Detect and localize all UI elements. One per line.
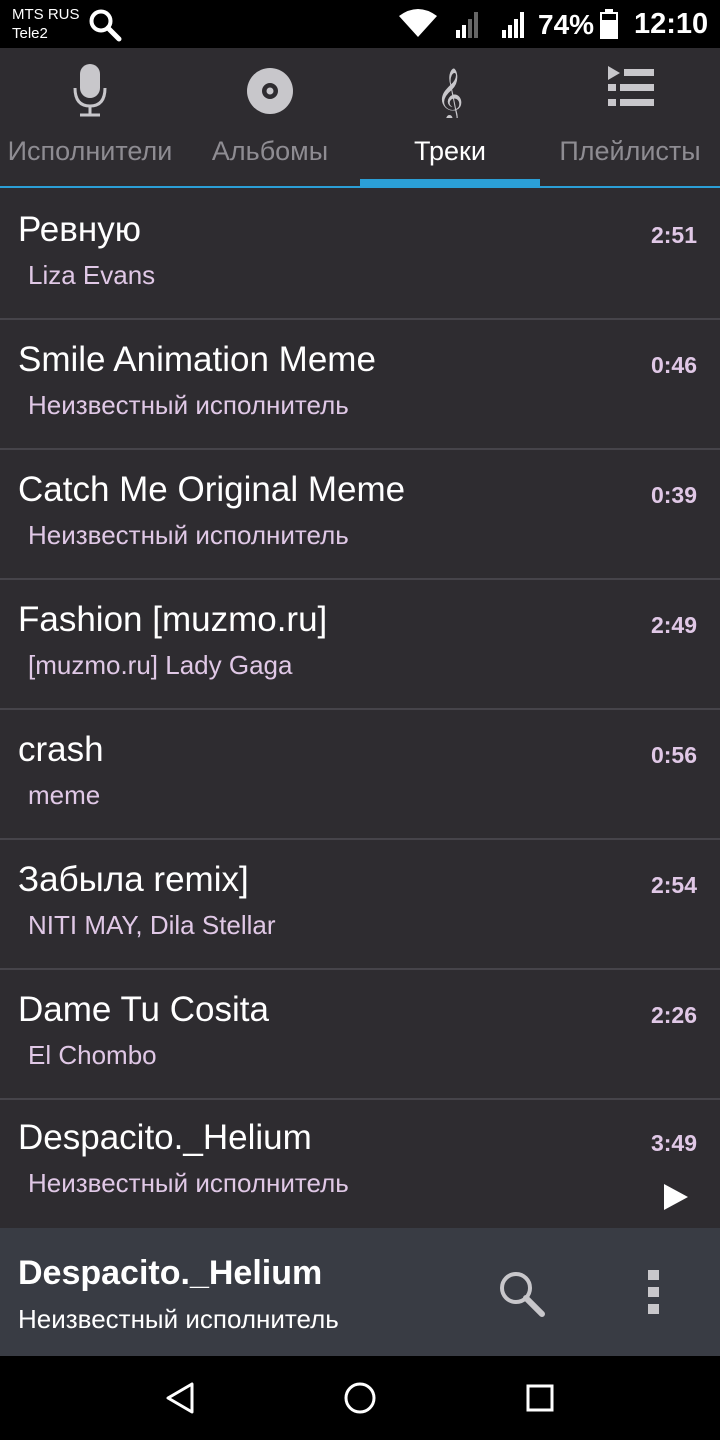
track-duration: 2:49: [650, 612, 697, 638]
track-artist: El Chombo: [28, 1040, 157, 1070]
search-icon[interactable]: [496, 1268, 546, 1318]
tab-tracks[interactable]: 𝄞 Треки: [360, 48, 540, 186]
signal-icon: [502, 12, 524, 38]
track-title: Despacito._Helium: [18, 1118, 312, 1157]
disc-icon: [247, 68, 293, 114]
active-tab-indicator: [360, 179, 540, 186]
treble-clef-icon: 𝄞: [436, 67, 463, 118]
track-row[interactable]: Забыла remix] NITI MAY, Dila Stellar 2:5…: [0, 840, 720, 970]
track-row[interactable]: Fashion [muzmo.ru] [muzmo.ru] Lady Gaga …: [0, 580, 720, 710]
track-duration: 0:39: [650, 482, 697, 508]
track-duration: 0:46: [650, 352, 697, 378]
now-playing-title: Despacito._Helium: [18, 1254, 323, 1292]
track-row[interactable]: Catch Me Original Meme Неизвестный испол…: [0, 450, 720, 580]
tab-albums[interactable]: Альбомы: [180, 48, 360, 186]
track-list[interactable]: Ревную Liza Evans 2:51 Smile Animation M…: [0, 190, 720, 1228]
tab-label: Исполнители: [7, 136, 173, 166]
wifi-icon: [399, 9, 437, 37]
track-title: crash: [18, 730, 104, 769]
track-title: Smile Animation Meme: [18, 340, 376, 379]
track-row[interactable]: Dame Tu Cosita El Chombo 2:26: [0, 970, 720, 1100]
clock: 12:10: [634, 8, 709, 40]
track-duration: 0:56: [650, 742, 697, 768]
track-title: Fashion [muzmo.ru]: [18, 600, 328, 639]
carrier-info: MTS RUS Tele2: [12, 5, 80, 43]
track-duration: 2:51: [650, 222, 697, 248]
track-artist: NITI MAY, Dila Stellar: [28, 910, 276, 940]
now-playing-artist: Неизвестный исполнитель: [18, 1304, 339, 1334]
battery-percentage: 74%: [538, 9, 595, 40]
battery-icon: [600, 9, 618, 39]
tab-playlists[interactable]: Плейлисты: [540, 48, 720, 186]
more-options-icon[interactable]: [640, 1268, 668, 1316]
track-title: Забыла remix]: [18, 860, 249, 899]
track-row[interactable]: crash meme 0:56: [0, 710, 720, 840]
status-bar: MTS RUS Tele2 74% 12:10: [0, 0, 720, 48]
track-title: Ревную: [18, 210, 141, 249]
microphone-icon: [73, 64, 107, 117]
track-title: Dame Tu Cosita: [18, 990, 269, 1029]
track-artist: [muzmo.ru] Lady Gaga: [28, 650, 293, 680]
home-icon[interactable]: [340, 1378, 380, 1418]
tab-label: Треки: [414, 136, 486, 166]
search-icon: [89, 9, 122, 42]
track-duration: 3:49: [650, 1130, 697, 1156]
track-artist: Неизвестный исполнитель: [28, 520, 349, 550]
track-row[interactable]: Despacito._Helium Неизвестный исполнител…: [0, 1100, 720, 1228]
back-icon[interactable]: [160, 1378, 200, 1418]
navigation-bar: [0, 1356, 720, 1440]
playlist-icon: [608, 66, 654, 106]
carrier-name-secondary: Tele2: [12, 25, 48, 42]
track-row[interactable]: Ревную Liza Evans 2:51: [0, 190, 720, 320]
track-row[interactable]: Smile Animation Meme Неизвестный исполни…: [0, 320, 720, 450]
svg-text:𝄞: 𝄞: [436, 67, 463, 118]
track-artist: Liza Evans: [28, 260, 156, 290]
carrier-name: MTS RUS: [12, 6, 80, 23]
track-duration: 2:26: [650, 1002, 697, 1028]
track-artist: Неизвестный исполнитель: [28, 1168, 349, 1198]
tab-label: Альбомы: [211, 136, 329, 166]
tab-bar: Исполнители Альбомы 𝄞 Треки Плейлисты: [0, 48, 720, 188]
track-title: Catch Me Original Meme: [18, 470, 406, 509]
now-playing-bar[interactable]: Despacito._Helium Неизвестный исполнител…: [0, 1228, 720, 1356]
track-artist: meme: [28, 780, 101, 810]
recent-apps-icon[interactable]: [520, 1378, 560, 1418]
play-icon[interactable]: [662, 1182, 690, 1212]
track-artist: Неизвестный исполнитель: [28, 390, 349, 420]
track-duration: 2:54: [650, 872, 697, 898]
tab-label: Плейлисты: [559, 136, 701, 166]
signal-icon: [456, 12, 478, 38]
tab-artists[interactable]: Исполнители: [0, 48, 180, 186]
